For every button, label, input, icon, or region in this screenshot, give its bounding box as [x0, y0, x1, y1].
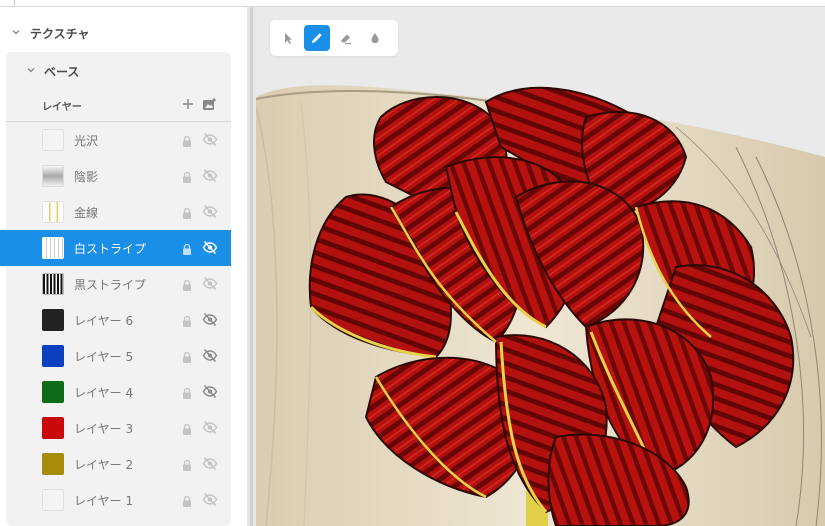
visibility-off-icon[interactable] — [202, 348, 218, 363]
layer-row[interactable]: レイヤー 1 — [6, 482, 231, 518]
ribbon-bow-render — [256, 85, 825, 526]
lock-icon[interactable] — [181, 457, 193, 471]
layer-name: レイヤー 4 — [74, 386, 134, 400]
fill-drop-icon — [371, 33, 379, 44]
add-image-layer-icon[interactable] — [202, 96, 216, 110]
fill-tool-button[interactable] — [362, 25, 388, 51]
3d-viewport[interactable] — [256, 7, 825, 526]
chevron-down-icon[interactable] — [26, 65, 36, 75]
layer-name: レイヤー 6 — [74, 314, 134, 328]
layer-name: 白ストライプ — [74, 242, 147, 256]
layer-thumbnail — [42, 489, 64, 511]
layer-name: レイヤー 2 — [74, 458, 134, 472]
layer-row[interactable]: 白ストライプ — [0, 230, 231, 266]
visibility-off-icon[interactable] — [202, 492, 218, 507]
layer-thumbnail — [42, 309, 64, 331]
layer-thumbnail — [42, 345, 64, 367]
layer-name: レイヤー 1 — [74, 494, 134, 508]
base-subsection-header[interactable]: ベース — [6, 52, 231, 88]
lock-icon[interactable] — [181, 169, 193, 183]
layer-name: レイヤー 5 — [74, 350, 134, 364]
lock-icon[interactable] — [181, 313, 193, 327]
layer-name: 金線 — [74, 206, 99, 220]
section-title: テクスチャ — [30, 27, 90, 41]
layer-name: 黒ストライプ — [74, 278, 147, 292]
layer-row[interactable]: 陰影 — [6, 158, 231, 194]
tool-palette — [270, 20, 398, 56]
lock-icon[interactable] — [181, 241, 193, 255]
visibility-off-icon[interactable] — [202, 384, 218, 399]
visibility-off-icon[interactable] — [202, 312, 218, 327]
layer-name: レイヤー 3 — [74, 422, 134, 436]
sidebar: テクスチャ ベース レイヤー 光沢陰影金線白ストライプ 黒ストライプ レイヤー 6 レ… — [0, 7, 247, 526]
pencil-tool-button[interactable] — [304, 25, 330, 51]
layer-row[interactable]: 金線 — [6, 194, 231, 230]
top-border — [0, 0, 825, 7]
layers-label: レイヤー — [42, 102, 82, 113]
layer-row[interactable]: レイヤー 3 — [6, 410, 231, 446]
chevron-down-icon[interactable] — [11, 27, 21, 37]
layer-thumbnail — [42, 273, 64, 295]
layer-name: 陰影 — [74, 170, 99, 184]
layer-row[interactable]: レイヤー 4 — [6, 374, 231, 410]
layer-row[interactable]: 光沢 — [6, 122, 231, 158]
visibility-off-icon[interactable] — [202, 276, 218, 291]
lock-icon[interactable] — [181, 349, 193, 363]
layer-thumbnail — [42, 201, 64, 223]
layer-thumbnail — [42, 417, 64, 439]
lock-icon[interactable] — [181, 277, 193, 291]
layer-thumbnail — [42, 453, 64, 475]
visibility-off-icon[interactable] — [202, 168, 218, 183]
base-panel: ベース レイヤー 光沢陰影金線白ストライプ 黒ストライプ レイヤー 6 レイヤー 5 レ… — [0, 52, 231, 526]
pencil-icon — [312, 33, 322, 43]
lock-icon[interactable] — [181, 133, 193, 147]
lock-icon[interactable] — [181, 493, 193, 507]
pointer-icon — [285, 33, 292, 44]
visibility-off-icon[interactable] — [202, 204, 218, 219]
layer-row[interactable]: レイヤー 6 — [6, 302, 231, 338]
pointer-tool-button[interactable] — [275, 25, 301, 51]
panel-splitter[interactable] — [247, 7, 256, 526]
layers-header: レイヤー — [6, 93, 231, 122]
eraser-tool-button[interactable] — [333, 25, 359, 51]
lock-icon[interactable] — [181, 385, 193, 399]
layer-thumbnail — [42, 237, 64, 259]
layer-name: 光沢 — [74, 134, 99, 148]
layer-thumbnail — [42, 381, 64, 403]
layer-thumbnail — [42, 129, 64, 151]
visibility-off-icon[interactable] — [202, 240, 218, 255]
lock-icon[interactable] — [181, 205, 193, 219]
visibility-off-icon[interactable] — [202, 420, 218, 435]
lock-icon[interactable] — [181, 421, 193, 435]
visibility-off-icon[interactable] — [202, 132, 218, 147]
visibility-off-icon[interactable] — [202, 456, 218, 471]
layer-thumbnail — [42, 165, 64, 187]
layer-row[interactable]: レイヤー 5 — [6, 338, 231, 374]
subsection-title: ベース — [44, 65, 80, 79]
layer-row[interactable]: 黒ストライプ — [6, 266, 231, 302]
texture-section-header[interactable]: テクスチャ — [0, 21, 247, 45]
layer-row[interactable]: レイヤー 2 — [6, 446, 231, 482]
add-layer-icon[interactable] — [181, 96, 195, 110]
eraser-icon — [341, 34, 351, 45]
